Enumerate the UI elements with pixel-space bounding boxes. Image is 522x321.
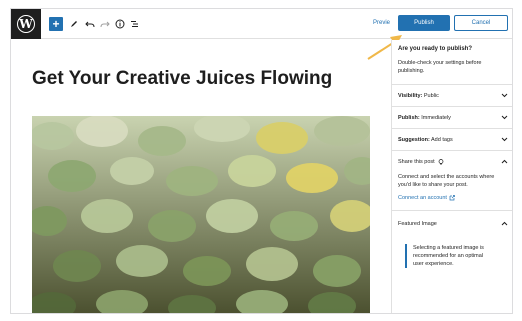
suggestion-row[interactable]: Suggestion: Add tags bbox=[392, 128, 512, 150]
redo-icon[interactable] bbox=[98, 17, 112, 31]
visibility-row[interactable]: Visibility: Public bbox=[392, 84, 512, 106]
cancel-button[interactable]: Cancel bbox=[454, 15, 508, 31]
pre-publish-panel: Are you ready to publish? Double-check y… bbox=[391, 40, 512, 313]
chevron-up-icon[interactable] bbox=[501, 158, 508, 165]
add-block-button[interactable]: + bbox=[49, 17, 63, 31]
post-title[interactable]: Get Your Creative Juices Flowing bbox=[32, 68, 332, 90]
wordpress-logo[interactable]: W bbox=[11, 9, 41, 39]
chevron-down-icon[interactable] bbox=[501, 136, 508, 143]
list-view-icon[interactable] bbox=[128, 17, 142, 31]
external-link-icon bbox=[449, 195, 455, 201]
preview-link[interactable]: Previe bbox=[373, 20, 390, 26]
editor-canvas: Get Your Creative Juices Flowing bbox=[11, 40, 391, 313]
pencil-icon[interactable] bbox=[67, 17, 81, 31]
wordpress-icon: W bbox=[17, 15, 35, 33]
featured-image-title[interactable]: Featured Image bbox=[398, 221, 437, 227]
panel-subtext: Double-check your settings before publis… bbox=[398, 60, 482, 74]
connect-account-label: Connect an account bbox=[398, 195, 447, 201]
connect-account-link[interactable]: Connect an account bbox=[398, 195, 455, 201]
lightbulb-icon bbox=[438, 159, 444, 165]
suggestion-label: Suggestion: bbox=[398, 137, 430, 143]
chevron-up-icon[interactable] bbox=[501, 220, 508, 227]
chevron-down-icon[interactable] bbox=[501, 92, 508, 99]
publish-time-value: Immediately bbox=[421, 115, 451, 121]
editor-toolbar: + Previe Publish Cancel bbox=[41, 9, 512, 39]
share-section: Share this post Connect and select the a… bbox=[392, 150, 512, 210]
post-image[interactable] bbox=[32, 116, 370, 313]
publish-button[interactable]: Publish bbox=[398, 15, 450, 31]
publish-time-label: Publish: bbox=[398, 115, 420, 121]
panel-heading: Are you ready to publish? bbox=[398, 46, 473, 52]
featured-image-section: Featured Image Selecting a featured imag… bbox=[392, 210, 512, 313]
visibility-value: Public bbox=[423, 93, 439, 99]
share-description: Connect and select the accounts where yo… bbox=[398, 174, 495, 188]
chevron-down-icon[interactable] bbox=[501, 114, 508, 121]
suggestion-value: Add tags bbox=[431, 137, 453, 143]
visibility-label: Visibility: bbox=[398, 93, 423, 99]
info-icon[interactable] bbox=[113, 17, 127, 31]
undo-icon[interactable] bbox=[83, 17, 97, 31]
publish-time-row[interactable]: Publish: Immediately bbox=[392, 106, 512, 128]
featured-image-notice: Selecting a featured image is recommende… bbox=[405, 244, 493, 268]
editor-window: W + Previe Publish Cancel Get Your Creat… bbox=[10, 8, 513, 314]
share-title[interactable]: Share this post bbox=[398, 159, 435, 165]
